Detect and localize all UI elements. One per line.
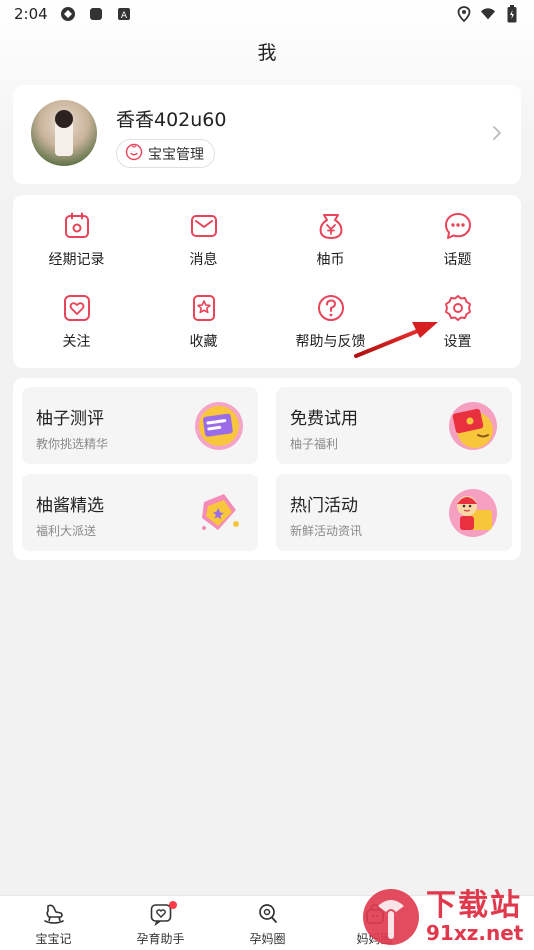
review-badge-icon [195, 402, 243, 450]
status-time: 2:04 [14, 5, 48, 23]
wifi-icon [480, 6, 496, 22]
status-bar: 2:04 A [0, 0, 534, 28]
rocking-horse-icon [42, 902, 66, 926]
heart-icon [60, 291, 94, 325]
notification-square-icon [88, 6, 104, 22]
menu-item-follow[interactable]: 关注 [13, 291, 140, 351]
baby-manage-label: 宝宝管理 [148, 146, 204, 163]
promo-hot-events[interactable]: 热门活动 新鲜活动资讯 [276, 474, 512, 551]
promo-free-trial[interactable]: 免费试用 柚子福利 [276, 387, 512, 464]
menu-item-messages[interactable]: 消息 [140, 209, 267, 269]
menu-item-help-feedback[interactable]: 帮助与反馈 [267, 291, 394, 351]
vpn-icon [60, 6, 76, 22]
nav-pregnancy-assistant[interactable]: 孕育助手 [107, 896, 214, 950]
gift-box-icon [202, 494, 239, 530]
menu-item-favorites[interactable]: 收藏 [140, 291, 267, 351]
question-icon [314, 291, 348, 325]
nav-pregnant-mom-circle[interactable]: 孕妈圈 [214, 896, 321, 950]
avatar[interactable] [31, 100, 97, 166]
gear-icon [441, 291, 475, 325]
menu-label: 经期记录 [48, 252, 105, 268]
star-bookmark-icon [187, 291, 221, 325]
chevron-right-icon [489, 123, 505, 143]
promo-yuzi-review[interactable]: 柚子测评 教你挑选精华 [22, 387, 258, 464]
nav-baby-diary[interactable]: 宝宝记 [0, 896, 107, 950]
magnifier-icon [256, 902, 280, 926]
menu-card: 经期记录 消息 柚币 话题 关注 收藏 帮助与反馈 设置 [13, 195, 521, 368]
location-icon [456, 6, 472, 22]
nav-label: 宝宝记 [35, 932, 72, 946]
menu-label: 收藏 [189, 334, 218, 350]
menu-item-topics[interactable]: 话题 [394, 209, 521, 269]
menu-label: 设置 [443, 334, 472, 350]
watermark-cn: 下载站 [426, 888, 522, 923]
battery-icon [504, 5, 520, 23]
coin-pouch-icon [314, 209, 348, 243]
svg-text:A: A [121, 11, 128, 21]
chat-bubble-icon [441, 209, 475, 243]
menu-item-settings[interactable]: 设置 [394, 291, 521, 351]
menu-item-coins[interactable]: 柚币 [267, 209, 394, 269]
nav-label: 孕育助手 [136, 932, 185, 946]
nav-label: 孕妈圈 [249, 932, 286, 946]
menu-label: 消息 [189, 252, 218, 268]
menu-label: 帮助与反馈 [295, 334, 366, 350]
profile-card[interactable]: 香香402u60 宝宝管理 [13, 85, 521, 184]
menu-label: 话题 [443, 252, 472, 268]
gift-envelope-icon [449, 402, 497, 450]
username: 香香402u60 [116, 109, 227, 131]
mail-icon [187, 209, 221, 243]
watermark-url: 91xz.net [426, 921, 524, 945]
menu-label: 柚币 [316, 252, 345, 268]
watermark-logo-icon [360, 886, 422, 948]
baby-manage-button[interactable]: 宝宝管理 [116, 139, 215, 168]
page-title: 我 [257, 42, 277, 64]
menu-item-period-record[interactable]: 经期记录 [13, 209, 140, 269]
menu-label: 关注 [62, 334, 91, 350]
calendar-icon [60, 209, 94, 243]
notification-dot [169, 901, 177, 909]
app-a-icon: A [116, 6, 132, 22]
baby-face-icon [125, 143, 143, 165]
promo-card: 柚子测评 教你挑选精华 免费试用 柚子福利 柚酱精选 福利大派送 热门活动 新鲜… [13, 378, 521, 560]
promo-yujiang-picks[interactable]: 柚酱精选 福利大派送 [22, 474, 258, 551]
mascot-icon [449, 489, 497, 537]
watermark: 下载站 91xz.net [360, 884, 534, 950]
